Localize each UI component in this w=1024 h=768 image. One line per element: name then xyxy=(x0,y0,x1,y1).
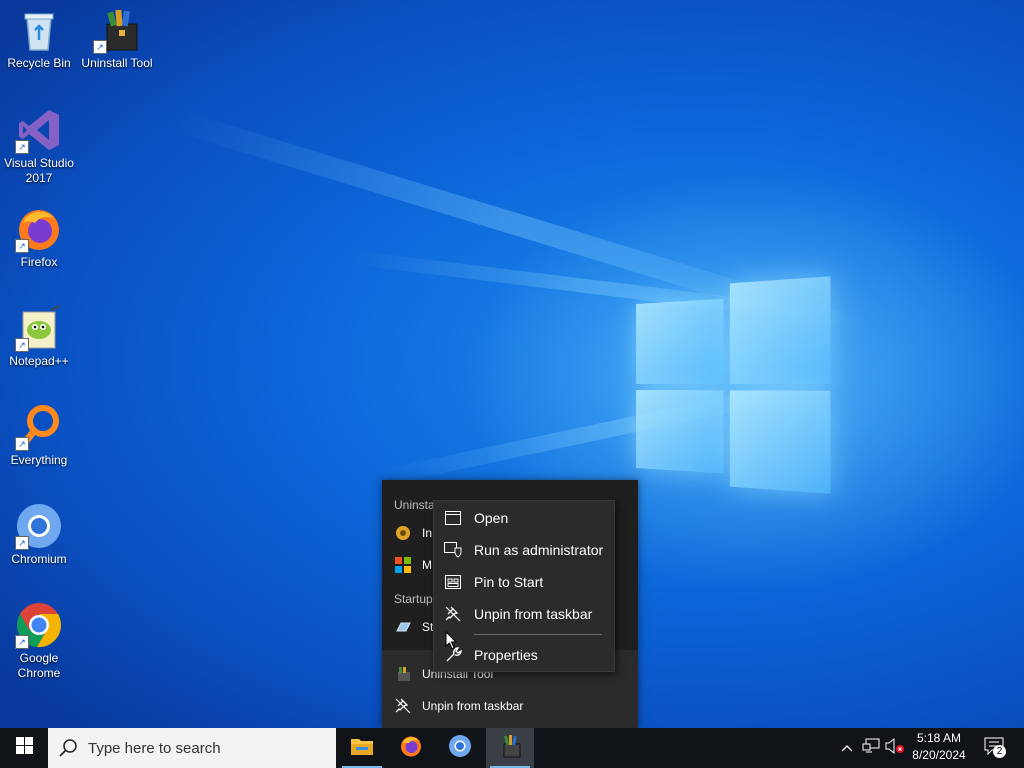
menu-item-label: Run as administrator xyxy=(474,542,604,558)
shortcut-arrow-icon: ↗ xyxy=(15,239,29,253)
visual-studio-icon: ↗ xyxy=(15,106,63,154)
desktop-icon-google-chrome[interactable]: ↗ Google Chrome xyxy=(1,601,77,681)
action-center-button[interactable]: 2 xyxy=(978,728,1010,768)
tray-volume[interactable] xyxy=(884,728,906,768)
menu-item-label: Properties xyxy=(474,647,538,663)
notification-count-badge: 2 xyxy=(993,745,1006,758)
installer-icon xyxy=(394,524,412,542)
jumplist-item-label: In xyxy=(422,526,433,540)
chevron-up-icon xyxy=(841,739,853,757)
desktop-icon-chromium[interactable]: ↗ Chromium xyxy=(1,502,77,567)
google-chrome-icon: ↗ xyxy=(15,601,63,649)
jumplist-section-header: Startup xyxy=(394,592,433,606)
menu-item-label: Unpin from taskbar xyxy=(474,606,593,622)
taskbar-app-uninstall-tool[interactable] xyxy=(486,728,534,768)
search-icon xyxy=(58,738,78,758)
uninstall-tool-icon: ↗ xyxy=(93,6,141,54)
desktop-icon-label: Google Chrome xyxy=(17,651,61,680)
network-icon xyxy=(862,738,880,759)
jumplist-item[interactable]: M xyxy=(394,553,432,577)
jumplist-item-label: St xyxy=(422,620,434,634)
desktop-icon-label: Everything xyxy=(10,453,68,467)
folder-icon xyxy=(350,736,374,761)
jumplist-item-label: M xyxy=(422,558,432,572)
menu-item-properties[interactable]: Properties xyxy=(434,641,614,669)
taskbar: Type here to search 5:18 AM 8/20/2024 2 xyxy=(0,728,1024,768)
menu-item-label: Open xyxy=(474,510,509,526)
jumplist-item[interactable]: St xyxy=(394,615,433,639)
shortcut-arrow-icon: ↗ xyxy=(93,40,107,54)
desktop-icon-label: Uninstall Tool xyxy=(81,56,153,70)
pin-start-icon xyxy=(444,573,462,591)
taskbar-clock[interactable]: 5:18 AM 8/20/2024 xyxy=(906,730,972,766)
windows-logo xyxy=(636,276,831,494)
desktop-icon-label: Notepad++ xyxy=(9,354,69,368)
shortcut-arrow-icon: ↗ xyxy=(15,140,29,154)
desktop-icon-visual-studio[interactable]: ↗ Visual Studio 2017 xyxy=(1,106,77,186)
recycle-bin-icon xyxy=(15,6,63,54)
menu-item-open[interactable]: Open xyxy=(434,504,614,532)
shield-icon xyxy=(444,541,462,559)
desktop-icon-notepad-plus-plus[interactable]: ↗ Notepad++ xyxy=(1,304,77,369)
notepad-plus-plus-icon: ↗ xyxy=(15,304,63,352)
jumplist-item[interactable]: In xyxy=(394,521,432,545)
context-menu: Open Run as administrator Pin to Start U… xyxy=(433,500,615,672)
jumplist-unpin-label: Unpin from taskbar xyxy=(422,699,524,713)
taskbar-app-file-explorer[interactable] xyxy=(338,728,386,768)
desktop-icon-label: Recycle Bin xyxy=(7,56,71,70)
unpin-icon xyxy=(444,605,462,623)
clock-date: 8/20/2024 xyxy=(912,748,966,762)
uninstall-tool-icon xyxy=(498,734,522,763)
menu-item-pin-to-start[interactable]: Pin to Start xyxy=(434,568,614,596)
window-icon xyxy=(444,509,462,527)
windows-start-icon xyxy=(15,737,33,759)
everything-search-icon: ↗ xyxy=(15,403,63,451)
desktop-icon-everything[interactable]: ↗ Everything xyxy=(1,403,77,468)
taskbar-search-box[interactable]: Type here to search xyxy=(48,728,336,768)
tray-show-hidden-icons[interactable] xyxy=(838,728,856,768)
desktop-icon-recycle-bin[interactable]: Recycle Bin xyxy=(1,6,77,71)
shortcut-arrow-icon: ↗ xyxy=(15,536,29,550)
volume-muted-icon xyxy=(885,737,905,759)
unpin-icon xyxy=(394,697,412,715)
firefox-icon: ↗ xyxy=(15,205,63,253)
menu-item-run-as-administrator[interactable]: Run as administrator xyxy=(434,536,614,564)
desktop-icon-uninstall-tool[interactable]: ↗ Uninstall Tool xyxy=(79,6,155,71)
shortcut-arrow-icon: ↗ xyxy=(15,635,29,649)
menu-separator xyxy=(474,634,602,635)
jumplist-section-header: Uninsta xyxy=(394,498,435,512)
desktop-icon-label: Visual Studio 2017 xyxy=(4,156,74,185)
shortcut-arrow-icon: ↗ xyxy=(15,338,29,352)
menu-item-label: Pin to Start xyxy=(474,574,544,590)
desktop-icon-firefox[interactable]: ↗ Firefox xyxy=(1,205,77,270)
taskbar-app-firefox[interactable] xyxy=(387,728,435,768)
windows-tiles-icon xyxy=(394,556,412,574)
firefox-icon xyxy=(399,734,423,763)
tray-network[interactable] xyxy=(860,728,882,768)
startup-icon xyxy=(394,618,412,636)
chromium-icon: ↗ xyxy=(15,502,63,550)
chromium-icon xyxy=(448,734,472,763)
desktop-icon-label: Chromium xyxy=(11,552,67,566)
jumplist-unpin[interactable]: Unpin from taskbar xyxy=(394,694,523,718)
desktop-icon-label: Firefox xyxy=(20,255,58,269)
uninstall-tool-icon xyxy=(394,665,412,683)
menu-item-unpin-from-taskbar[interactable]: Unpin from taskbar xyxy=(434,600,614,628)
shortcut-arrow-icon: ↗ xyxy=(15,437,29,451)
mouse-cursor-icon xyxy=(445,630,458,655)
start-button[interactable] xyxy=(0,728,48,768)
clock-time: 5:18 AM xyxy=(916,731,962,745)
taskbar-app-chromium[interactable] xyxy=(436,728,484,768)
search-placeholder: Type here to search xyxy=(88,739,221,757)
